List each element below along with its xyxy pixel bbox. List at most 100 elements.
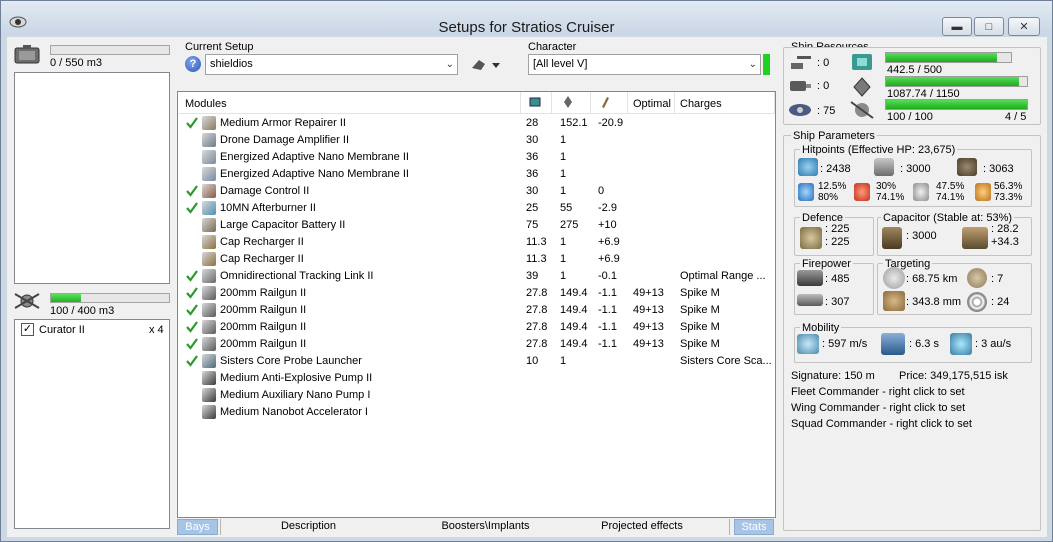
table-row[interactable]: Medium Armor Repairer II 28 152.1 -20.9 [178,115,775,132]
module-name: Damage Control II [220,185,310,197]
active-check-icon[interactable] [186,355,198,367]
modules-list[interactable]: Modules Optimal Charges Medium Armor Rep… [177,91,776,518]
module-charges[interactable]: Sisters Core Sca... [680,355,772,367]
module-powergrid: 275 [560,219,579,231]
module-capacitor: -2.9 [598,202,617,214]
module-charges[interactable]: Spike M [680,304,720,316]
table-row[interactable]: 200mm Railgun II 27.8 149.4 -1.1 49+13 Spike … [178,336,775,353]
table-row[interactable]: Cap Recharger II 11.3 1 +6.9 [178,234,775,251]
table-row[interactable]: 200mm Railgun II 27.8 149.4 -1.1 49+13 Spike … [178,302,775,319]
fleet-commander-slot[interactable]: Fleet Commander - right click to set [791,386,965,398]
align-time-icon [881,333,905,355]
tab-projected-effects[interactable]: Projected effects [575,519,709,535]
drone-list[interactable]: ✓ Curator II x 4 [14,319,170,529]
module-charges[interactable]: Optimal Range ... [680,270,766,282]
setup-actions-button[interactable] [469,56,503,74]
squad-commander-slot[interactable]: Squad Commander - right click to set [791,418,972,430]
table-row[interactable]: Damage Control II 30 1 0 [178,183,775,200]
volley-icon [797,270,823,286]
powergrid-icon[interactable] [561,95,575,109]
structure-icon [957,158,977,176]
modules-header: Modules Optimal Charges [178,92,775,114]
rig-icon [202,405,216,419]
cargo-list[interactable] [14,72,170,284]
table-row[interactable]: Medium Anti-Explosive Pump II [178,370,775,387]
thermal-resist-icon [854,183,870,201]
module-optimal: 49+13 [633,304,664,316]
active-check-icon[interactable] [186,304,198,316]
module-name: Medium Anti-Explosive Pump II [220,372,373,384]
module-optimal: 49+13 [633,338,664,350]
ship-actions-icon [472,60,500,70]
module-charges[interactable]: Spike M [680,338,720,350]
table-row[interactable]: 200mm Railgun II 27.8 149.4 -1.1 49+13 Spike … [178,285,775,302]
active-check-icon[interactable] [186,202,198,214]
close-button[interactable]: ✕ [1008,17,1040,36]
active-check-icon[interactable] [186,185,198,197]
maximize-button[interactable]: □ [974,17,1004,36]
active-check-icon[interactable] [186,338,198,350]
active-check-icon[interactable] [186,287,198,299]
table-row[interactable]: 200mm Railgun II 27.8 149.4 -1.1 49+13 Spike … [178,319,775,336]
max-velocity: : 597 m/s [822,338,868,350]
minimize-button[interactable]: ▬ [942,17,972,36]
ship-price: Price: 349,175,515 isk [899,370,1008,382]
window-title: Setups for Stratios Cruiser [438,19,615,36]
table-row[interactable]: Drone Damage Amplifier II 30 1 [178,132,775,149]
tab-description[interactable]: Description [220,519,396,535]
list-item[interactable]: ✓ Curator II x 4 [15,321,169,339]
col-header-optimal[interactable]: Optimal [633,98,671,110]
character-dropdown-value: [All level V] [533,58,588,70]
module-name: Energized Adaptive Nano Membrane II [220,151,409,163]
table-row[interactable]: Energized Adaptive Nano Membrane II 36 1 [178,166,775,183]
rig-icon [202,388,216,402]
scan-resolution: : 343.8 mm [906,296,962,308]
powergrid-bar [885,76,1028,87]
cpu-icon[interactable] [528,95,542,109]
module-capacitor: +6.9 [598,236,620,248]
tab-stats[interactable]: Stats [734,519,774,535]
drone-checkbox[interactable]: ✓ [21,323,34,336]
cargo-bar [50,45,170,55]
drone-bay-icon [14,293,40,309]
active-check-icon[interactable] [186,270,198,282]
hitpoints-label: Hitpoints (Effective HP: 23,675) [800,144,958,156]
tab-boosters-implants[interactable]: Boosters\Implants [396,519,575,535]
table-row[interactable]: Cap Recharger II 11.3 1 +6.9 [178,251,775,268]
table-row[interactable]: Sisters Core Probe Launcher 10 1 Sisters Co… [178,353,775,370]
capacitor-icon[interactable] [598,95,612,109]
table-row[interactable]: Medium Nanobot Accelerator I [178,404,775,421]
module-charges[interactable]: Spike M [680,321,720,333]
module-powergrid: 1 [560,134,567,146]
table-row[interactable]: Large Capacitor Battery II 75 275 +10 [178,217,775,234]
wing-commander-slot[interactable]: Wing Commander - right click to set [791,402,965,414]
current-setup-label: Current Setup [185,41,254,53]
col-header-charges[interactable]: Charges [680,98,722,110]
setup-dropdown[interactable]: shieldios ⌄ [205,54,458,75]
table-row[interactable]: Medium Auxiliary Nano Pump I [178,387,775,404]
character-dropdown[interactable]: [All level V] ⌄ [528,54,761,75]
warp-speed-icon [950,333,972,355]
active-check-icon[interactable] [186,117,198,129]
ship-parameters-label: Ship Parameters [791,130,877,142]
tab-bays[interactable]: Bays [177,519,218,535]
launcher-count: : 0 [817,80,830,92]
module-cpu: 36 [526,151,539,163]
module-cpu: 11.3 [526,253,547,265]
title-bar[interactable]: Setups for Stratios Cruiser ▬ □ ✕ [1,1,1052,36]
scan-resolution-icon [883,291,905,311]
table-row[interactable]: Energized Adaptive Nano Membrane II 36 1 [178,149,775,166]
explosive-resist-icon [975,183,991,201]
module-charges[interactable]: Spike M [680,287,720,299]
module-powergrid: 1 [560,151,567,163]
table-row[interactable]: 10MN Afterburner II 25 55 -2.9 [178,200,775,217]
module-capacitor: -1.1 [598,304,617,316]
drone-bay-bar [50,293,170,303]
help-icon[interactable]: ? [185,56,201,72]
module-capacitor: -1.1 [598,338,617,350]
drone-bandwidth-icon [850,101,874,119]
active-check-icon[interactable] [186,321,198,333]
table-row[interactable]: Omnidirectional Tracking Link II 39 1 -0.1 O… [178,268,775,285]
capacitor-value-2: +34.3 [991,236,1019,248]
col-header-modules[interactable]: Modules [185,98,227,110]
